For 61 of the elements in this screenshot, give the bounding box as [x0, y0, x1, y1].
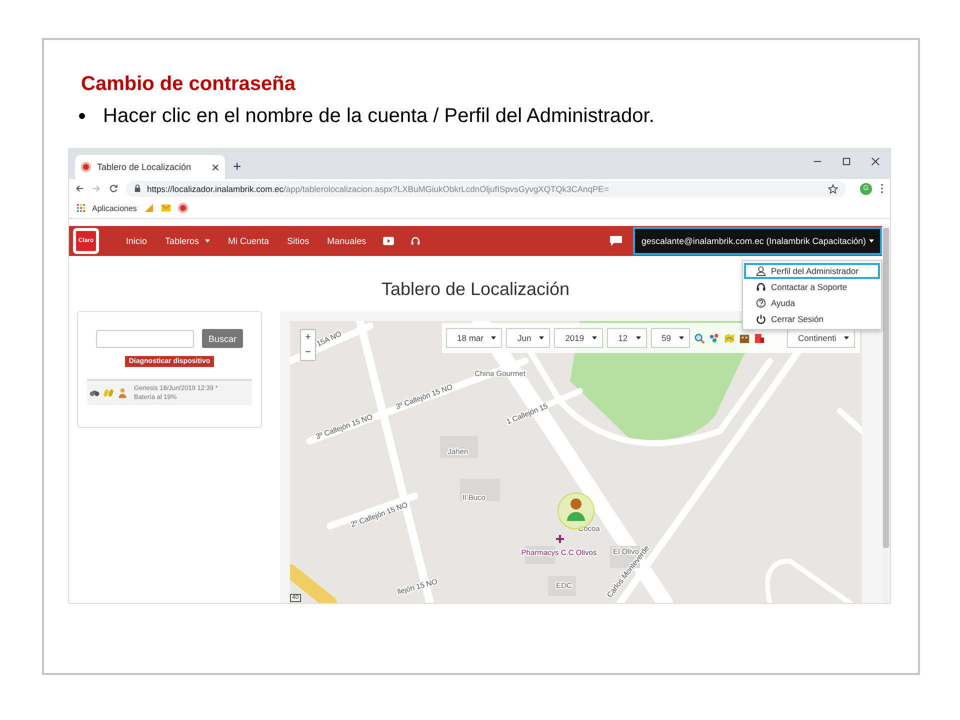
page-title: Tablero de Localización [381, 278, 570, 300]
apps-grid-icon[interactable] [77, 204, 85, 212]
nav-link[interactable]: Inicio [126, 236, 148, 246]
address-bar[interactable]: https://localizador.inalambrik.com.ec/app/tablerolocalizacion.aspx?LXBuMGiukObkrLcdnOljufISpvsGyvgXQTQk3CAnqPE= [126, 180, 846, 196]
star-icon[interactable] [828, 184, 838, 194]
bookmark-link[interactable]: Aplicaciones [92, 204, 137, 212]
search-button[interactable]: Buscar [202, 329, 242, 348]
close-icon[interactable] [212, 164, 219, 170]
close-icon[interactable] [871, 157, 880, 166]
video-play-icon[interactable] [383, 236, 394, 246]
caret-icon [636, 336, 641, 340]
lock-icon [134, 184, 141, 193]
search-icon[interactable] [694, 332, 706, 344]
scrollbar-thumb[interactable] [883, 228, 889, 548]
people-icon[interactable] [709, 332, 720, 344]
menu-item[interactable]: Perfil del Administrador [744, 263, 880, 279]
caret-icon [592, 336, 598, 340]
user-icon [756, 266, 766, 276]
pharmacy-cross-icon [556, 535, 564, 543]
account-menu-button[interactable]: gescalante@inalambrik.com.ec (Inalambrik Capacitación) [633, 227, 882, 255]
building-icon[interactable] [739, 332, 750, 344]
filter-dropdown[interactable]: 59 [650, 328, 690, 348]
back-arrow-icon[interactable] [75, 184, 84, 193]
headset-icon[interactable] [410, 236, 422, 246]
search-field[interactable] [96, 330, 194, 348]
favicon-icon [81, 162, 91, 172]
maximize-icon[interactable] [842, 157, 851, 166]
caret-icon [539, 336, 544, 340]
nav-link[interactable]: Manuales [327, 236, 366, 246]
filter-dropdown[interactable]: 12 [607, 328, 647, 348]
caret-icon [491, 336, 496, 340]
browser-tab[interactable]: Tablero de Localización [75, 155, 225, 179]
map-icon[interactable] [724, 332, 736, 344]
headset-icon [756, 282, 766, 292]
region-dropdown[interactable]: Continenti [787, 328, 856, 348]
binoculars-icon [89, 388, 100, 398]
footprints-icon [103, 388, 114, 398]
nav-link[interactable]: Mi Cuenta [228, 236, 270, 246]
nav-link[interactable]: Sitios [287, 236, 310, 246]
menu-item[interactable]: Ayuda [744, 295, 880, 311]
mail-icon[interactable] [160, 203, 171, 213]
caret-icon [869, 239, 874, 243]
power-icon [756, 314, 766, 324]
slide-title: Cambio de contraseña [81, 72, 297, 96]
nav-link[interactable]: Tableros [165, 236, 210, 246]
device-icon[interactable] [754, 332, 766, 344]
chat-icon[interactable] [609, 235, 624, 247]
person-icon [117, 388, 128, 398]
help-icon [756, 298, 766, 308]
bullet-icon [79, 113, 85, 119]
filter-dropdown[interactable]: 2019 [554, 328, 604, 348]
caret-icon [679, 336, 684, 340]
caret-icon [844, 336, 850, 340]
menu-item[interactable]: Contactar a Soporte [744, 279, 880, 295]
filter-dropdown[interactable]: Jun [506, 328, 550, 348]
reload-icon[interactable] [109, 184, 118, 193]
menu-icon[interactable] [880, 183, 884, 194]
favicon-icon[interactable] [178, 203, 188, 213]
filter-dropdown[interactable]: 18 mar [446, 328, 502, 348]
new-tab-button[interactable]: + [233, 158, 242, 174]
bullet-text: Hacer clic en el nombre de la cuenta / Perfil del Administrador. [103, 104, 654, 128]
